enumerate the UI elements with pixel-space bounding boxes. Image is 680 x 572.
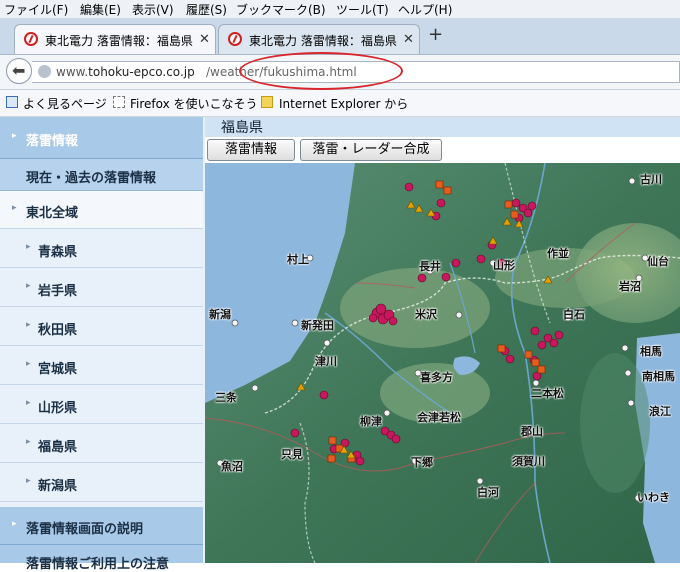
chevron-right-icon: ▸ <box>26 437 31 447</box>
chevron-right-icon: ▸ <box>26 476 31 486</box>
city-label: 只見 <box>281 448 303 461</box>
city-label: 古川 <box>640 173 662 186</box>
bookmark-page-icon <box>6 96 18 108</box>
content-header <box>205 117 680 137</box>
city-label: 浪江 <box>649 405 671 418</box>
chevron-right-icon: ▸ <box>12 519 17 529</box>
lightning-map[interactable]: 古川 仙台 岩沼 作並 村上 長井 山形 白石 新潟 新発田 米沢 津川 相馬 … <box>205 163 680 563</box>
city-label: 下郷 <box>411 456 433 469</box>
menu-view[interactable]: 表示(V) <box>132 1 174 18</box>
close-icon[interactable]: ✕ <box>199 32 210 47</box>
tab-title: 東北電力 落雷情報：福島県 <box>45 34 193 48</box>
city-label: 作並 <box>547 247 569 260</box>
chevron-right-icon: ▸ <box>26 242 31 252</box>
bookmarks-bar: よく見るページ Firefox を使いこなそう Internet Explore… <box>0 90 680 117</box>
bookmark-ie-folder[interactable]: Internet Explorer から <box>279 95 408 112</box>
lightning-info-button[interactable]: 落雷情報 <box>207 139 295 161</box>
globe-icon <box>38 65 51 78</box>
page-title: 福島県 <box>221 120 263 136</box>
lightning-radar-button[interactable]: 落雷・レーダー合成 <box>300 139 442 161</box>
chevron-right-icon: ▸ <box>26 281 31 291</box>
back-arrow-icon: ⬅ <box>12 61 26 80</box>
back-button[interactable]: ⬅ <box>6 58 32 84</box>
sidebar-item-iwate[interactable]: ▸ 岩手県 <box>0 269 203 307</box>
menu-bookmarks[interactable]: ブックマーク(B) <box>236 1 326 18</box>
city-label: 二本松 <box>531 387 564 400</box>
highlight-ellipse <box>239 52 403 90</box>
sidebar-item-notes[interactable]: 落雷情報ご利用上の注意 <box>0 545 203 572</box>
menu-bar: ファイル(F) 編集(E) 表示(V) 履歴(S) ブックマーク(B) ツール(… <box>0 0 680 18</box>
sidebar-item-tohoku[interactable]: ▸ 東北全域 <box>0 191 203 229</box>
city-label: 三条 <box>215 391 237 404</box>
lightning-icon <box>228 32 242 46</box>
city-label: 岩沼 <box>619 280 641 293</box>
city-label: 郡山 <box>521 425 543 438</box>
folder-icon <box>261 96 273 108</box>
chevron-right-icon: ▸ <box>12 131 17 141</box>
sidebar-item-miyagi[interactable]: ▸ 宮城県 <box>0 347 203 385</box>
city-label: 南相馬 <box>642 370 675 383</box>
tab-fukushima-active[interactable]: 東北電力 落雷情報：福島県 ✕ <box>14 24 216 54</box>
tab-bar: 東北電力 落雷情報：福島県 ✕ 東北電力 落雷情報：福島県 ✕ + <box>0 18 680 55</box>
lightning-icon <box>24 32 38 46</box>
sidebar-item-yamagata[interactable]: ▸ 山形県 <box>0 386 203 424</box>
city-label: 魚沼 <box>221 460 243 473</box>
city-label: 柳津 <box>360 415 382 428</box>
city-label: 山形 <box>493 259 515 272</box>
menu-history[interactable]: 履歴(S) <box>186 1 227 18</box>
sidebar: ▸ 落雷情報 現在・過去の落雷情報 ▸ 東北全域 ▸ 青森県 ▸ 岩手県 ▸ 秋… <box>0 117 205 572</box>
bookmark-page-icon <box>113 96 125 108</box>
city-label: 白河 <box>477 486 499 499</box>
sidebar-item-explanation[interactable]: ▸ 落雷情報画面の説明 <box>0 507 203 545</box>
city-label: 喜多方 <box>420 371 453 384</box>
city-label: 米沢 <box>415 308 437 321</box>
menu-file[interactable]: ファイル(F) <box>4 1 68 18</box>
sidebar-subsection[interactable]: 現在・過去の落雷情報 <box>0 159 203 191</box>
chevron-right-icon: ▸ <box>26 320 31 330</box>
bookmark-firefox[interactable]: Firefox を使いこなそう <box>130 95 258 112</box>
city-label: 新潟 <box>209 308 231 321</box>
close-icon[interactable]: ✕ <box>403 32 414 47</box>
menu-tools[interactable]: ツール(T) <box>336 1 389 18</box>
tab-title: 東北電力 落雷情報：福島県 <box>249 34 397 48</box>
city-label: 新発田 <box>301 319 334 332</box>
terrain-map <box>205 163 680 563</box>
city-label: 津川 <box>315 355 337 368</box>
city-label: 仙台 <box>647 255 669 268</box>
sidebar-item-fukushima[interactable]: ▸ 福島県 <box>0 425 203 463</box>
city-label: 村上 <box>287 253 309 266</box>
city-label: 須賀川 <box>512 455 545 468</box>
sidebar-item-niigata[interactable]: ▸ 新潟県 <box>0 464 203 502</box>
chevron-right-icon: ▸ <box>26 359 31 369</box>
city-label: 相馬 <box>640 345 662 358</box>
url-host: www.tohoku-epco.co.jp <box>56 65 195 79</box>
chevron-right-icon: ▸ <box>12 203 17 213</box>
bookmark-most-visited[interactable]: よく見るページ <box>23 95 107 112</box>
sidebar-section-lightning[interactable]: ▸ 落雷情報 <box>0 117 203 159</box>
chevron-right-icon: ▸ <box>26 398 31 408</box>
menu-edit[interactable]: 編集(E) <box>80 1 121 18</box>
city-label: 白石 <box>563 308 585 321</box>
city-label: いわき <box>637 491 670 504</box>
sidebar-item-akita[interactable]: ▸ 秋田県 <box>0 308 203 346</box>
sidebar-item-aomori[interactable]: ▸ 青森県 <box>0 230 203 268</box>
tab-fukushima-2[interactable]: 東北電力 落雷情報：福島県 ✕ <box>218 24 420 54</box>
new-tab-button[interactable]: + <box>428 24 443 45</box>
menu-help[interactable]: ヘルプ(H) <box>398 1 452 18</box>
city-label: 会津若松 <box>417 411 461 424</box>
city-label: 長井 <box>419 260 441 273</box>
